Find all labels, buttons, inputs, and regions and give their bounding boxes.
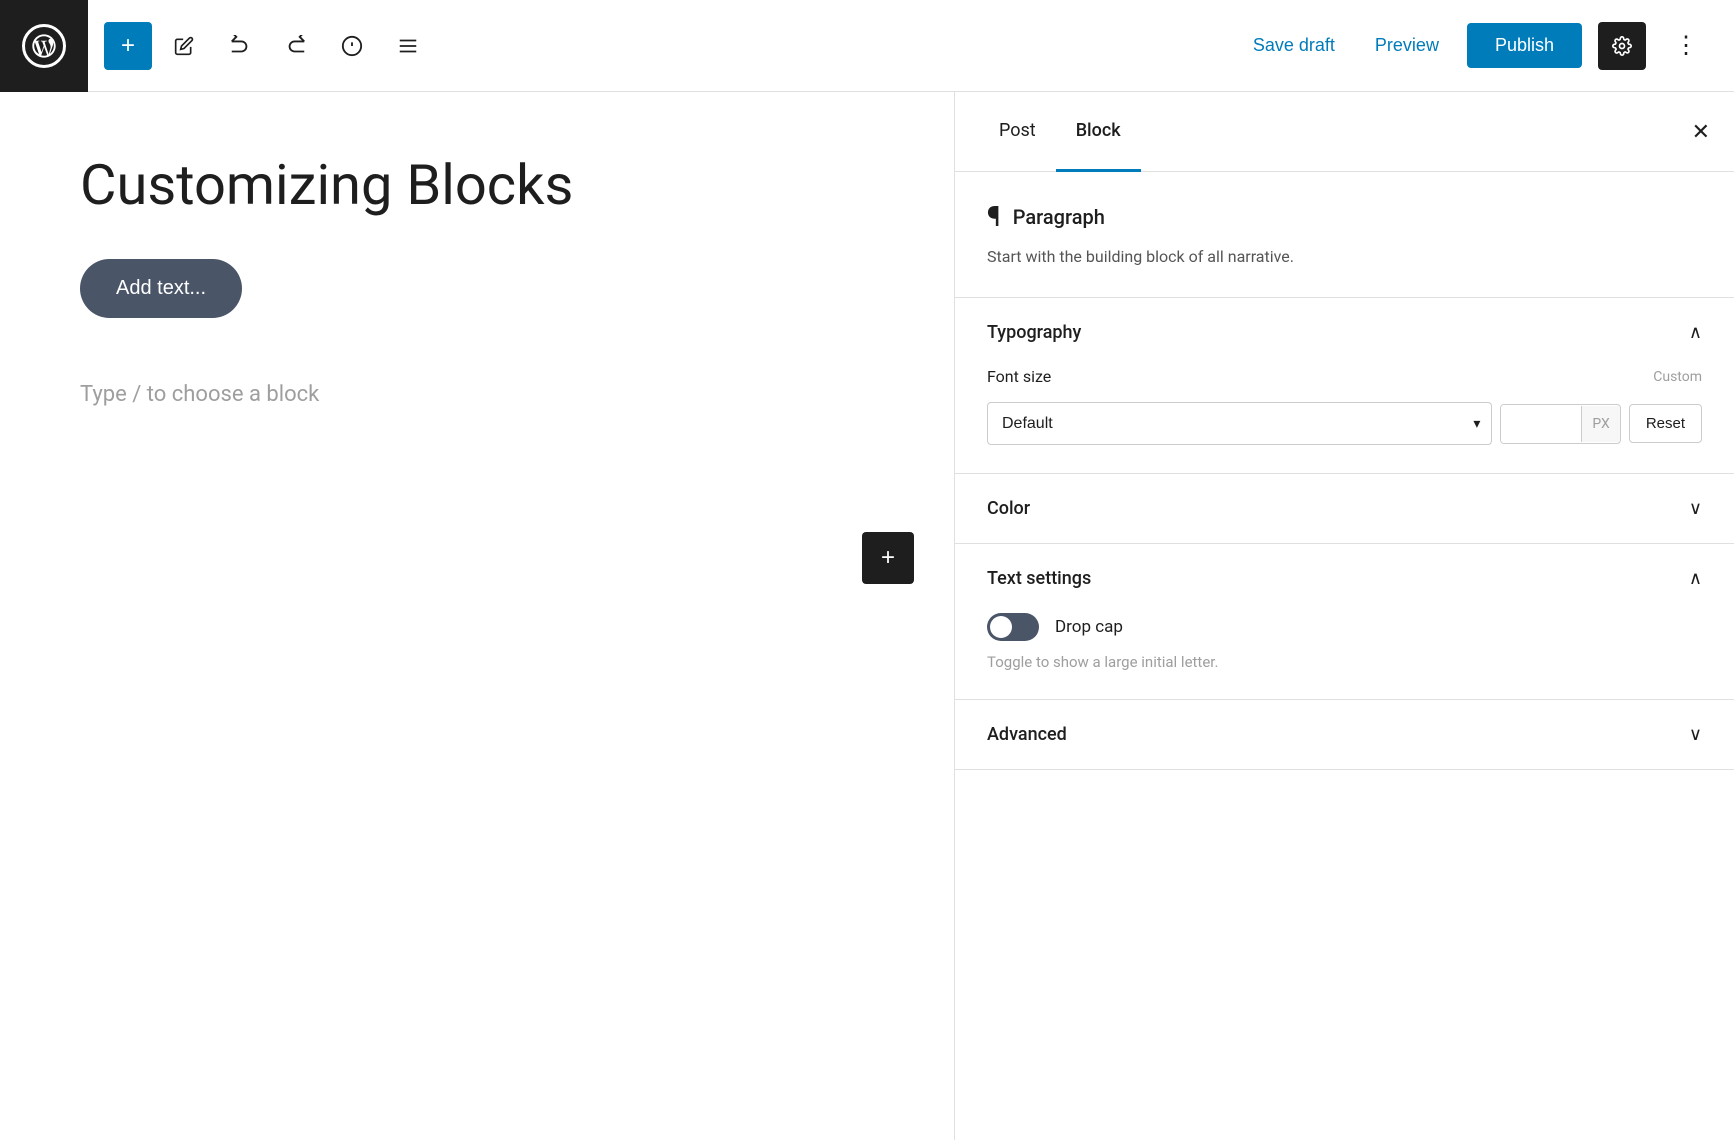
editor-area[interactable]: Customizing Blocks Add text... Type / to… — [0, 92, 954, 1140]
font-size-label: Font size — [987, 367, 1051, 386]
typography-content: Font size Custom Default Small Normal Me… — [955, 367, 1734, 473]
drop-cap-hint: Toggle to show a large initial letter. — [987, 653, 1702, 671]
drop-cap-label: Drop cap — [1055, 617, 1123, 637]
px-unit-label: PX — [1581, 406, 1619, 442]
color-title: Color — [987, 498, 1030, 519]
undo-icon — [229, 35, 251, 57]
custom-label: Custom — [1653, 369, 1702, 385]
tab-block[interactable]: Block — [1056, 92, 1141, 172]
font-size-controls: Default Small Normal Medium Large X-Larg… — [987, 402, 1702, 445]
toolbar-actions: + — [104, 22, 1241, 70]
font-size-select-wrapper: Default Small Normal Medium Large X-Larg… — [987, 402, 1492, 445]
edit-button[interactable] — [160, 22, 208, 70]
redo-button[interactable] — [272, 22, 320, 70]
sidebar-header: Post Block ✕ — [955, 92, 1734, 172]
text-settings-chevron-icon: ∧ — [1689, 568, 1702, 589]
wp-logo[interactable] — [0, 0, 88, 92]
font-size-select[interactable]: Default Small Normal Medium Large X-Larg… — [987, 402, 1492, 445]
font-size-px-input[interactable] — [1501, 405, 1581, 443]
list-view-icon — [397, 35, 419, 57]
text-settings-content: Drop cap Toggle to show a large initial … — [955, 613, 1734, 699]
advanced-chevron-icon: ∨ — [1689, 724, 1702, 745]
add-block-button[interactable]: + — [104, 22, 152, 70]
inline-add-block-button[interactable]: + — [862, 532, 914, 584]
advanced-header[interactable]: Advanced ∨ — [955, 700, 1734, 769]
plus-icon: + — [121, 32, 135, 60]
color-header[interactable]: Color ∨ — [955, 474, 1734, 543]
advanced-title: Advanced — [987, 724, 1067, 745]
settings-button[interactable] — [1598, 22, 1646, 70]
sidebar-close-button[interactable]: ✕ — [1692, 119, 1710, 145]
list-view-button[interactable] — [384, 22, 432, 70]
info-button[interactable] — [328, 22, 376, 70]
save-draft-button[interactable]: Save draft — [1241, 27, 1347, 64]
info-icon — [341, 35, 363, 57]
typography-title: Typography — [987, 322, 1081, 343]
sidebar: Post Block ✕ ¶ Paragraph Start with the … — [954, 92, 1734, 1140]
add-text-button[interactable]: Add text... — [80, 259, 242, 318]
edit-icon — [174, 36, 194, 56]
color-section: Color ∨ — [955, 474, 1734, 544]
undo-button[interactable] — [216, 22, 264, 70]
toolbar-right: Save draft Preview Publish ⋮ — [1241, 22, 1710, 70]
px-input-wrapper: PX — [1500, 404, 1620, 444]
advanced-section: Advanced ∨ — [955, 700, 1734, 770]
drop-cap-row: Drop cap — [987, 613, 1702, 641]
gear-icon — [1612, 36, 1632, 56]
typography-chevron-icon: ∧ — [1689, 322, 1702, 343]
plus-icon-inline: + — [881, 544, 895, 572]
close-icon: ✕ — [1692, 119, 1710, 144]
typography-section: Typography ∧ Font size Custom Default Sm… — [955, 298, 1734, 474]
main-layout: Customizing Blocks Add text... Type / to… — [0, 92, 1734, 1140]
type-hint: Type / to choose a block — [80, 382, 874, 407]
color-chevron-icon: ∨ — [1689, 498, 1702, 519]
more-options-button[interactable]: ⋮ — [1662, 22, 1710, 70]
block-info-header: ¶ Paragraph — [987, 200, 1702, 233]
text-settings-header[interactable]: Text settings ∧ — [955, 544, 1734, 613]
text-settings-title: Text settings — [987, 568, 1091, 589]
font-size-row: Font size Custom — [987, 367, 1702, 386]
more-icon: ⋮ — [1674, 31, 1698, 60]
toggle-knob — [990, 616, 1012, 638]
block-name-label: Paragraph — [1013, 205, 1105, 229]
text-settings-section: Text settings ∧ Drop cap Toggle to show … — [955, 544, 1734, 700]
tab-post[interactable]: Post — [979, 92, 1056, 172]
paragraph-icon: ¶ — [987, 200, 1001, 233]
block-info-section: ¶ Paragraph Start with the building bloc… — [955, 172, 1734, 298]
font-size-reset-button[interactable]: Reset — [1629, 404, 1702, 443]
block-description: Start with the building block of all nar… — [987, 245, 1702, 269]
drop-cap-toggle[interactable] — [987, 613, 1039, 641]
preview-button[interactable]: Preview — [1363, 27, 1451, 64]
typography-header[interactable]: Typography ∧ — [955, 298, 1734, 367]
post-title[interactable]: Customizing Blocks — [80, 152, 874, 219]
wordpress-icon — [22, 24, 66, 68]
publish-button[interactable]: Publish — [1467, 23, 1582, 68]
toolbar: + Save draft Preview Publish ⋮ — [0, 0, 1734, 92]
redo-icon — [285, 35, 307, 57]
